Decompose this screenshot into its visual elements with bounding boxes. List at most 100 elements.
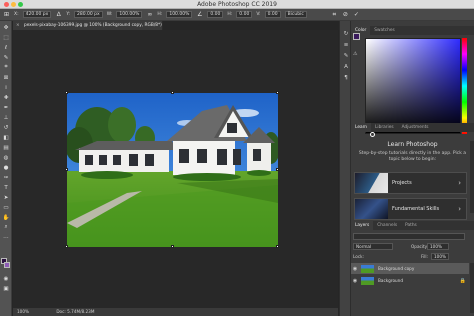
opacity-label: Opacity: bbox=[411, 244, 429, 249]
more-tools-icon[interactable]: ⋯ bbox=[2, 234, 10, 241]
visibility-eye-icon[interactable]: ◉ bbox=[351, 266, 359, 272]
layer-row-background-copy[interactable]: ◉ Background copy bbox=[351, 263, 469, 274]
layer-row-background[interactable]: ◉ Background 🔒 bbox=[351, 275, 469, 286]
transform-handle-bottom-right[interactable] bbox=[276, 245, 279, 248]
frame-tool-icon[interactable]: ⊠ bbox=[2, 74, 10, 81]
v-skew-field[interactable]: 0.00 bbox=[264, 11, 281, 18]
crop-tool-icon[interactable]: ⌗ bbox=[2, 64, 10, 71]
background-color-swatch[interactable] bbox=[4, 262, 10, 268]
chevron-right-icon: › bbox=[458, 205, 461, 213]
character-panel-icon[interactable]: A bbox=[342, 63, 350, 70]
w-field[interactable]: 100.00% bbox=[116, 11, 143, 18]
interpolation-select[interactable]: Bicubic bbox=[284, 11, 307, 18]
tab-adjustments[interactable]: Adjustments bbox=[398, 123, 433, 132]
history-brush-tool-icon[interactable]: ↺ bbox=[2, 124, 10, 131]
paragraph-panel-icon[interactable]: ¶ bbox=[342, 74, 350, 81]
blend-mode-select[interactable]: Normal bbox=[353, 243, 393, 250]
eraser-tool-icon[interactable]: ◧ bbox=[2, 134, 10, 141]
w-label: W: bbox=[106, 12, 113, 17]
link-icon[interactable]: ∆ bbox=[55, 11, 62, 18]
transform-handle-bottom-left[interactable] bbox=[65, 245, 68, 248]
house-photo[interactable] bbox=[67, 93, 278, 247]
learn-title: Learn Photoshop bbox=[387, 141, 438, 148]
learn-item-label: Projects bbox=[392, 180, 412, 186]
color-picker-field[interactable] bbox=[365, 38, 461, 134]
lasso-tool-icon[interactable]: ℓ bbox=[2, 44, 10, 51]
learn-description: Step-by-step tutorials directly in the a… bbox=[358, 151, 467, 162]
zoom-tool-icon[interactable]: ⌕ bbox=[2, 224, 10, 231]
rotate-icon: ∠ bbox=[197, 11, 203, 18]
close-tab-icon[interactable]: × bbox=[16, 23, 20, 28]
transform-handle-bottom[interactable] bbox=[171, 245, 174, 248]
brush-tool-icon[interactable]: ✒ bbox=[2, 104, 10, 111]
learn-fundamentals-card[interactable]: Fundamental Skills › bbox=[354, 198, 467, 220]
blur-tool-icon[interactable]: ◍ bbox=[2, 154, 10, 161]
transform-icon[interactable]: ⊞ bbox=[3, 11, 10, 18]
path-selection-tool-icon[interactable]: ➤ bbox=[2, 194, 10, 201]
pen-tool-icon[interactable]: ✑ bbox=[2, 174, 10, 181]
clone-stamp-tool-icon[interactable]: ⊥ bbox=[2, 114, 10, 121]
color-foreground-swatch[interactable] bbox=[353, 33, 360, 40]
visibility-eye-icon[interactable]: ◉ bbox=[351, 278, 359, 284]
move-tool-icon[interactable]: ✥ bbox=[2, 24, 10, 31]
x-field[interactable]: 420.00 px bbox=[22, 11, 52, 18]
layer-name[interactable]: Background bbox=[378, 278, 403, 283]
screen-mode-icon[interactable]: ▣ bbox=[2, 285, 10, 292]
status-bar: 100% Doc: 5.74M/8.23M bbox=[13, 308, 338, 316]
opacity-field[interactable]: 100% bbox=[427, 243, 449, 250]
color-warning-icon[interactable]: ⚠ bbox=[353, 51, 357, 57]
quick-mask-icon[interactable]: ◉ bbox=[2, 275, 10, 282]
tab-paths[interactable]: Paths bbox=[401, 221, 421, 230]
dodge-tool-icon[interactable]: ● bbox=[2, 164, 10, 171]
lock-icon[interactable]: 🔒 bbox=[460, 278, 466, 284]
layer-filter-bar[interactable] bbox=[353, 233, 465, 240]
history-panel-icon[interactable]: ↻ bbox=[342, 30, 350, 37]
chevron-right-icon: › bbox=[458, 179, 461, 187]
learn-scrollbar[interactable] bbox=[470, 141, 474, 213]
fill-field[interactable]: 100% bbox=[431, 253, 449, 260]
commit-transform-icon[interactable]: ✓ bbox=[353, 11, 360, 18]
transform-handle-right[interactable] bbox=[276, 168, 279, 171]
brush-settings-icon[interactable]: ✎ bbox=[342, 52, 350, 59]
tab-libraries[interactable]: Libraries bbox=[371, 123, 398, 132]
rotate-field[interactable]: 0.00 bbox=[207, 11, 224, 18]
hue-slider[interactable] bbox=[462, 38, 467, 134]
tools-panel: ✥ ⬚ ℓ ✎ ⌗ ⊠ ⅰ ✚ ✒ ⊥ ↺ ◧ ▤ ◍ ● ✑ T ➤ ▭ ✋ … bbox=[0, 21, 12, 316]
chain-icon[interactable]: ∞ bbox=[146, 11, 153, 18]
transform-handle-top-left[interactable] bbox=[65, 91, 68, 94]
fill-label: Fill: bbox=[421, 254, 429, 259]
quick-select-tool-icon[interactable]: ✎ bbox=[2, 54, 10, 61]
properties-panel-icon[interactable]: ≡ bbox=[342, 41, 350, 48]
transform-handle-left[interactable] bbox=[65, 168, 68, 171]
window-title: Adobe Photoshop CC 2019 bbox=[197, 1, 277, 8]
y-field[interactable]: 280.00 px bbox=[73, 11, 103, 18]
window-title-bar: Adobe Photoshop CC 2019 bbox=[0, 0, 474, 9]
tab-layers[interactable]: Layers bbox=[351, 221, 374, 230]
layer-name[interactable]: Background copy bbox=[378, 266, 414, 271]
warp-icon[interactable]: ⌗ bbox=[331, 11, 338, 18]
color-picker-cursor[interactable] bbox=[370, 132, 375, 137]
h-label: H: bbox=[157, 12, 163, 17]
tab-learn[interactable]: Learn bbox=[351, 123, 372, 132]
rectangle-tool-icon[interactable]: ▭ bbox=[2, 204, 10, 211]
cancel-transform-icon[interactable]: ⊘ bbox=[342, 11, 349, 18]
transform-handle-top[interactable] bbox=[171, 91, 174, 94]
hand-tool-icon[interactable]: ✋ bbox=[2, 214, 10, 221]
transform-handle-top-right[interactable] bbox=[276, 91, 279, 94]
right-panels: Color Swatches ⚠ Learn Libraries Adjustm… bbox=[351, 21, 474, 316]
document-tab[interactable]: × pexels-pixabay-106399.jpg @ 100% (Back… bbox=[13, 21, 163, 30]
projects-thumbnail bbox=[355, 173, 388, 193]
layers-scrollbar[interactable] bbox=[470, 263, 474, 313]
h-skew-field[interactable]: 0.00 bbox=[236, 11, 253, 18]
marquee-tool-icon[interactable]: ⬚ bbox=[2, 34, 10, 41]
learn-projects-card[interactable]: Projects › bbox=[354, 172, 467, 194]
eyedropper-tool-icon[interactable]: ⅰ bbox=[2, 84, 10, 91]
zoom-level[interactable]: 100% bbox=[17, 309, 29, 314]
document-info[interactable]: Doc: 5.74M/8.23M bbox=[56, 309, 94, 314]
tab-channels[interactable]: Channels bbox=[373, 221, 401, 230]
type-tool-icon[interactable]: T bbox=[2, 184, 10, 191]
gradient-tool-icon[interactable]: ▤ bbox=[2, 144, 10, 151]
tab-swatches[interactable]: Swatches bbox=[370, 26, 399, 35]
h-field[interactable]: 100.00% bbox=[166, 11, 193, 18]
healing-brush-tool-icon[interactable]: ✚ bbox=[2, 94, 10, 101]
